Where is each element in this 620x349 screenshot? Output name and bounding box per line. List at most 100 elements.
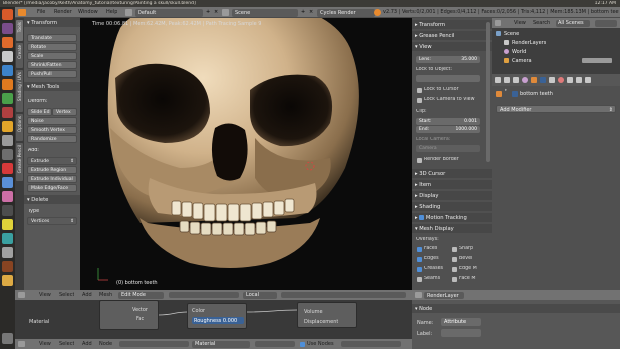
screen-layout-icon[interactable] [125, 9, 132, 16]
scene-icon[interactable] [222, 9, 229, 16]
app-icon[interactable] [2, 247, 13, 258]
blender-icon[interactable] [2, 79, 13, 90]
smooth-vertex-button[interactable]: Smooth Vertex [27, 126, 77, 134]
app-icon[interactable] [2, 177, 13, 188]
particles-tab-icon[interactable] [576, 77, 582, 83]
n-grease-pencil-header[interactable]: ▸ Grease Pencil [412, 31, 492, 40]
outliner-item-scene[interactable]: Scene [504, 31, 519, 37]
node-editor[interactable]: Material Vector Fac Color Roughness 0.00… [15, 300, 412, 339]
n-transform-header[interactable]: ▸ Transform [412, 20, 492, 29]
faces-checkbox[interactable] [417, 247, 422, 252]
seams-checkbox[interactable] [417, 277, 422, 282]
node-name-field[interactable]: Attribute [441, 318, 481, 326]
render-tab-icon[interactable] [495, 77, 501, 83]
lens-field[interactable]: Lens: 35.000 [416, 56, 480, 63]
snap-backdrop-buttons[interactable] [341, 341, 401, 347]
transform-panel-header[interactable]: ▾ Transform [24, 18, 80, 27]
texture-tab-icon[interactable] [567, 77, 573, 83]
dash-icon[interactable] [2, 9, 13, 20]
app-icon[interactable] [2, 219, 13, 230]
app-icon[interactable] [2, 275, 13, 286]
settings-icon[interactable] [2, 135, 13, 146]
material-slot-buttons[interactable] [255, 341, 295, 347]
n-view-header[interactable]: ▾ View [412, 42, 492, 51]
shading-pivot-buttons[interactable] [169, 292, 239, 298]
mesh-tools-panel-header[interactable]: ▾ Mesh Tools [24, 82, 80, 91]
3d-viewport[interactable]: Time 00:06.81 | Mem:62.42M, Peak:62.42M … [80, 18, 412, 290]
node-panel-header[interactable]: ▾ Node [412, 304, 620, 313]
shrink-fatten-button[interactable]: Shrink/Fatten [27, 61, 77, 69]
firefox-icon[interactable] [2, 37, 13, 48]
menu-file[interactable]: File [37, 9, 45, 16]
writer-icon[interactable] [2, 65, 13, 76]
outliner-item-camera[interactable]: Camera [512, 58, 532, 64]
delete-panel-header[interactable]: ▾ Delete [24, 195, 80, 204]
menu-help[interactable]: Help [106, 9, 117, 16]
extrude-select[interactable]: Extrude ⇕ [27, 157, 77, 165]
outliner-search-menu[interactable]: Search [533, 20, 550, 26]
world-tab-icon[interactable] [522, 77, 528, 83]
material-tab-icon[interactable] [558, 77, 564, 83]
lock-cursor-checkbox[interactable] [417, 88, 422, 93]
menu-view[interactable]: View [39, 292, 51, 298]
noise-button[interactable]: Noise [27, 117, 77, 125]
use-nodes-checkbox[interactable] [300, 341, 305, 347]
node-editor-type-icon[interactable] [18, 341, 25, 347]
outliner-view-menu[interactable]: View [514, 20, 526, 26]
app-icon[interactable] [2, 191, 13, 202]
n-mesh-display-header[interactable]: ▾ Mesh Display [412, 224, 492, 233]
make-edge-face-button[interactable]: Make Edge/Face [27, 184, 77, 192]
calc-icon[interactable] [2, 93, 13, 104]
add-layout-icon[interactable]: + [206, 9, 210, 16]
orientation-select[interactable]: Local [243, 291, 277, 299]
node-tree-type-buttons[interactable] [119, 341, 189, 347]
app-icon[interactable] [2, 163, 13, 174]
office-icon[interactable] [2, 51, 13, 62]
n-display-header[interactable]: ▸ Display [412, 191, 492, 200]
physics-tab-icon[interactable] [585, 77, 591, 83]
files-icon[interactable] [2, 23, 13, 34]
app-icon[interactable] [2, 233, 13, 244]
tab-tools[interactable]: Tools [16, 20, 23, 41]
local-camera-field[interactable]: Camera [416, 145, 480, 152]
object-tab-icon[interactable] [531, 77, 537, 83]
modifiers-tab-icon[interactable] [540, 77, 546, 83]
outliner-item-renderlayers[interactable]: RenderLayers [512, 40, 546, 46]
data-tab-icon[interactable] [549, 77, 555, 83]
editor-type-icon[interactable] [18, 292, 25, 298]
tab-grease-pencil[interactable]: Grease Pencil [16, 143, 23, 181]
n-3d-cursor-header[interactable]: ▸ 3D Cursor [412, 169, 492, 178]
mode-select[interactable]: Edit Mode [118, 291, 164, 299]
node-menu-view[interactable]: View [39, 341, 51, 347]
restrict-toggles[interactable] [582, 58, 612, 63]
outliner-item-world[interactable]: World [512, 49, 526, 55]
render-layer-select[interactable]: RenderLayer [424, 292, 464, 299]
material-select[interactable]: Material [192, 340, 250, 348]
tab-options[interactable]: Options [16, 114, 23, 141]
add-scene-icon[interactable]: + [301, 9, 305, 16]
edge-marks-checkbox[interactable] [452, 267, 457, 272]
n-panel-scrollbar[interactable] [486, 22, 490, 162]
n-motion-tracking-header[interactable]: ▸ Motion Tracking [412, 213, 492, 222]
clip-start-field[interactable]: Start: 0.001 [416, 118, 480, 125]
remove-scene-icon[interactable]: × [309, 9, 313, 16]
push-pull-button[interactable]: Push/Pull [27, 70, 77, 78]
menu-render[interactable]: Render [54, 9, 72, 16]
node-menu-node[interactable]: Node [99, 341, 112, 347]
scene-tab-icon[interactable] [513, 77, 519, 83]
render-engine-select[interactable]: Cycles Render [317, 8, 375, 17]
editor-type-icon[interactable] [415, 292, 422, 298]
layer-snap-buttons[interactable] [281, 292, 406, 298]
bevel-checkbox[interactable] [452, 257, 457, 262]
extrude-individual-button[interactable]: Extrude Individual [27, 175, 77, 183]
scene-select[interactable]: Scene [232, 8, 298, 17]
add-modifier-select[interactable]: Add Modifier ⇕ [496, 105, 616, 113]
extrude-region-button[interactable]: Extrude Region [27, 166, 77, 174]
blender-logo-icon[interactable] [18, 9, 26, 16]
render-layers-tab-icon[interactable] [504, 77, 510, 83]
tab-shading-uvs[interactable]: Shading / UVs [16, 70, 23, 112]
app-icon[interactable] [2, 205, 13, 216]
remove-layout-icon[interactable]: × [214, 9, 218, 16]
software-center-icon[interactable] [2, 121, 13, 132]
lock-object-field[interactable] [416, 75, 480, 82]
